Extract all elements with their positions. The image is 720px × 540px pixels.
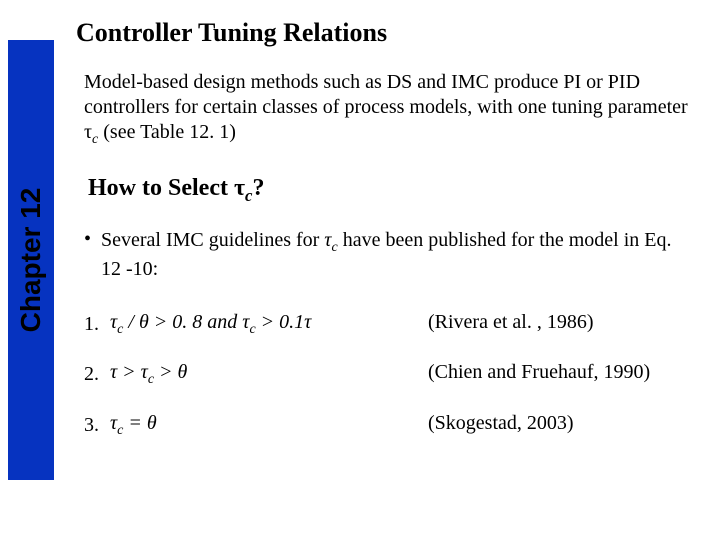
- guideline-2-expr: τ > τc > θ: [110, 360, 187, 389]
- guideline-2-num: 2.: [84, 362, 102, 387]
- guideline-1-left: 1. τc / θ > 0. 8 and τc > 0.1τ: [84, 310, 404, 339]
- g1-c: / θ > 0. 8 and: [123, 311, 242, 333]
- guideline-2-ref: (Chien and Fruehauf, 1990): [428, 360, 696, 389]
- guideline-3-ref: (Skogestad, 2003): [428, 411, 696, 440]
- guideline-2-left: 2. τ > τc > θ: [84, 360, 404, 389]
- chapter-sidebar: Chapter 12: [8, 40, 54, 480]
- subheading: How to Select τc?: [88, 173, 696, 207]
- bullet-text-1: Several IMC guidelines for: [101, 229, 324, 251]
- guidelines-list: 1. τc / θ > 0. 8 and τc > 0.1τ (Rivera e…: [84, 310, 696, 440]
- g2-a: τ > τ: [110, 361, 148, 383]
- bullet-dot-icon: •: [84, 228, 91, 282]
- slide-title: Controller Tuning Relations: [76, 18, 696, 48]
- g2-c: > θ: [154, 361, 187, 383]
- intro-paragraph: Model-based design methods such as DS an…: [84, 70, 694, 149]
- intro-text-c: (see Table 12. 1): [98, 121, 236, 143]
- guideline-3-expr: τc = θ: [110, 411, 157, 440]
- g3-c: = θ: [123, 412, 156, 434]
- guideline-3-left: 3. τc = θ: [84, 411, 404, 440]
- bullet-text: Several IMC guidelines for τc have been …: [101, 228, 684, 282]
- bullet-item: • Several IMC guidelines for τc have bee…: [84, 228, 684, 282]
- guideline-3-num: 3.: [84, 413, 102, 438]
- bullet-symbol: τc: [324, 229, 337, 251]
- g1-f: > 0.1τ: [256, 311, 312, 333]
- guideline-1-num: 1.: [84, 312, 102, 337]
- slide-body: Model-based design methods such as DS an…: [70, 70, 696, 439]
- guideline-1-ref: (Rivera et al. , 1986): [428, 310, 696, 339]
- subheading-c: ?: [252, 175, 264, 201]
- guideline-1-expr: τc / θ > 0. 8 and τc > 0.1τ: [110, 310, 311, 339]
- subheading-a: How to Select τ: [88, 175, 245, 201]
- chapter-label: Chapter 12: [15, 188, 47, 333]
- slide-page: Chapter 12 Controller Tuning Relations M…: [0, 0, 720, 540]
